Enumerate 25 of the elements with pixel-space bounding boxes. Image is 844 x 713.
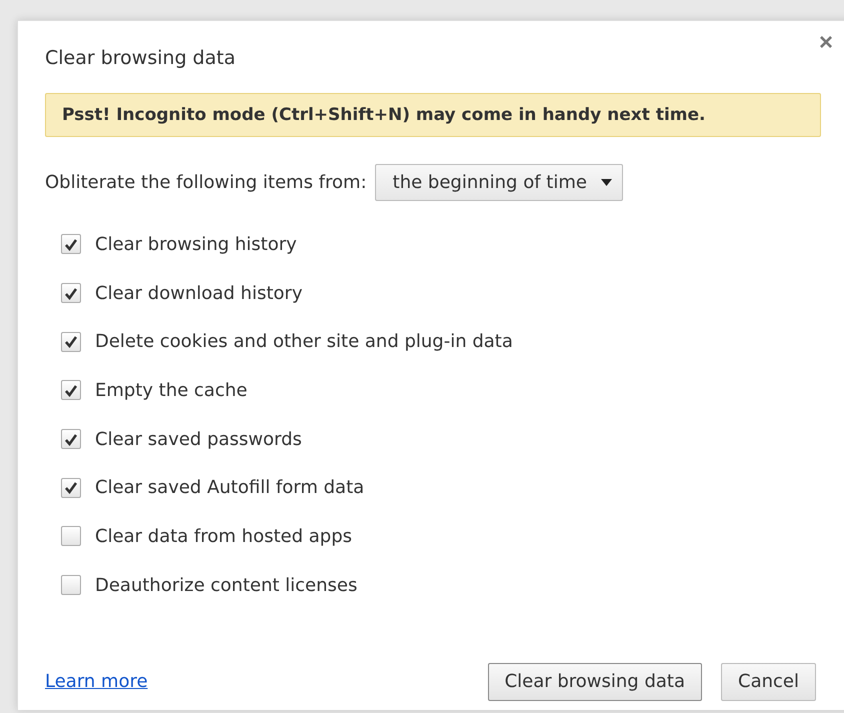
range-label: Obliterate the following items from:: [45, 172, 367, 193]
checkbox[interactable]: [61, 380, 81, 400]
clear-data-button[interactable]: Clear browsing data: [488, 662, 702, 700]
option-label: Clear download history: [95, 282, 302, 304]
tip-banner: Psst! Incognito mode (Ctrl+Shift+N) may come in handy next time.: [45, 93, 821, 137]
option-label: Clear saved Autofill form data: [95, 477, 364, 498]
option-label: Delete cookies and other site and plug-in data: [95, 331, 513, 352]
cancel-button[interactable]: Cancel: [721, 662, 816, 700]
time-range-dropdown[interactable]: the beginning of time: [374, 164, 623, 201]
option-label: Clear saved passwords: [95, 428, 302, 450]
checkbox[interactable]: [61, 478, 81, 498]
dialog-title: Clear browsing data: [45, 47, 236, 69]
option-label: Clear browsing history: [95, 234, 297, 255]
option-label: Empty the cache: [95, 380, 248, 401]
close-button[interactable]: ×: [818, 31, 833, 55]
caret-icon: [600, 179, 612, 186]
checkbox[interactable]: [61, 526, 81, 546]
checkbox[interactable]: [61, 283, 81, 304]
checkbox[interactable]: [61, 429, 81, 450]
option-label: Clear data from hosted apps: [95, 526, 352, 547]
checkbox[interactable]: [61, 234, 81, 254]
option-label: Deauthorize content licenses: [95, 574, 358, 596]
learn-more-link[interactable]: Learn more: [45, 671, 148, 692]
checkbox[interactable]: [61, 575, 81, 596]
checkbox[interactable]: [61, 332, 81, 352]
